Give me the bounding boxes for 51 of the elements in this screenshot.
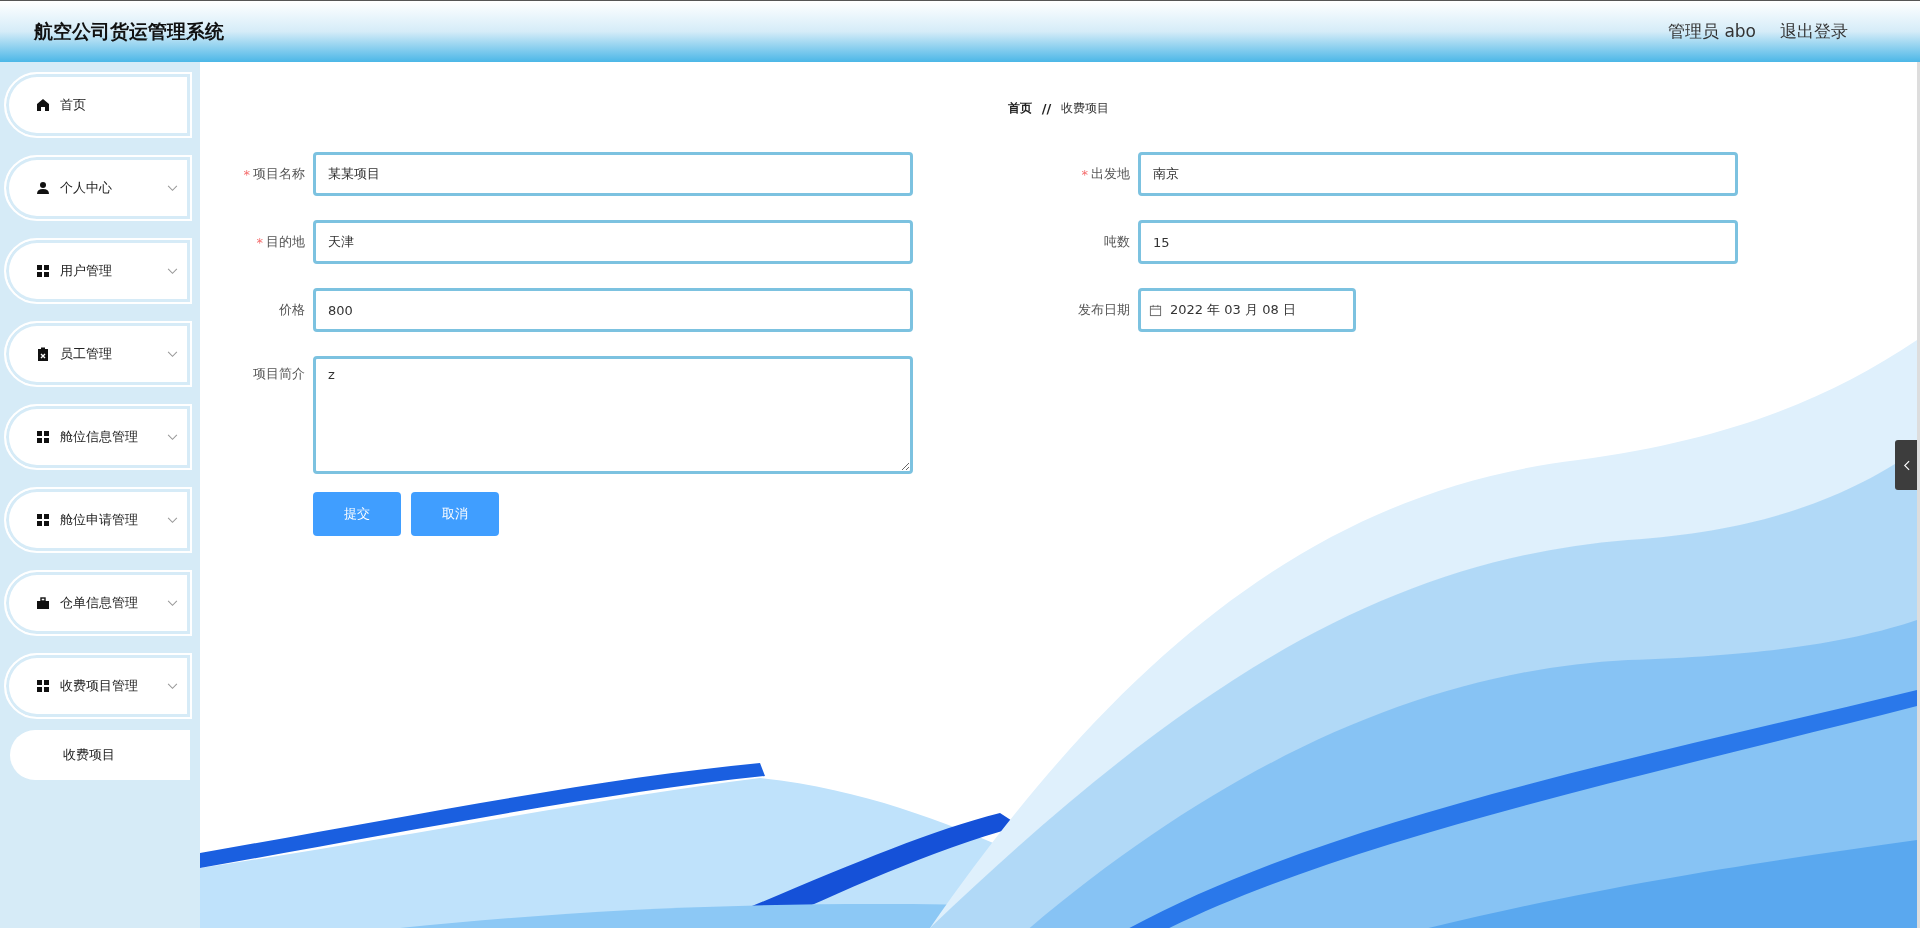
date-picker[interactable]: 2022 年 03 月 08 日 — [1138, 288, 1356, 332]
required-mark: * — [256, 234, 263, 250]
sidebar-item[interactable]: 员工管理 — [4, 321, 192, 387]
grid-icon — [36, 513, 50, 527]
sidebar-item[interactable]: 舱位信息管理 — [4, 404, 192, 470]
field-label: 项目简介 — [253, 365, 305, 383]
required-mark: * — [1081, 166, 1088, 182]
clipboard-icon — [36, 347, 50, 361]
app-title: 航空公司货运管理系统 — [34, 18, 224, 44]
grid-icon — [36, 264, 50, 278]
input-field[interactable]: 某某项目 — [313, 152, 913, 196]
calendar-icon — [1149, 303, 1162, 317]
field-label: 出发地 — [1091, 165, 1130, 183]
menu-label: 员工管理 — [60, 345, 112, 363]
submenu-item[interactable]: 收费项目 — [10, 730, 190, 780]
user-icon — [36, 181, 50, 195]
sidebar-item[interactable]: 个人中心 — [4, 155, 192, 221]
input-field[interactable]: 15 — [1138, 220, 1738, 264]
field-label: 发布日期 — [1078, 301, 1130, 319]
logout-link[interactable]: 退出登录 — [1780, 20, 1848, 43]
menu-label: 舱位信息管理 — [60, 428, 138, 446]
field-label: 价格 — [279, 301, 305, 319]
sidebar-item[interactable]: 首页 — [4, 72, 192, 138]
sidebar-item[interactable]: 舱位申请管理 — [4, 487, 192, 553]
field-label: 吨数 — [1104, 233, 1130, 251]
home-icon — [36, 98, 50, 112]
sidebar-item[interactable]: 仓单信息管理 — [4, 570, 192, 636]
breadcrumb-separator: // — [1041, 101, 1052, 116]
menu-label: 用户管理 — [60, 262, 112, 280]
grid-icon — [36, 430, 50, 444]
briefcase-icon — [36, 596, 50, 610]
side-panel-toggle[interactable] — [1895, 440, 1917, 490]
grid-icon — [36, 679, 50, 693]
menu-label: 收费项目管理 — [60, 677, 138, 695]
user-name: 管理员 abo — [1668, 20, 1756, 43]
menu-label: 仓单信息管理 — [60, 594, 138, 612]
menu-label: 个人中心 — [60, 179, 112, 197]
chevron-left-icon — [1902, 459, 1910, 471]
breadcrumb-link[interactable]: 首页 — [1007, 100, 1032, 117]
input-field[interactable]: 天津 — [313, 220, 913, 264]
menu-label: 舱位申请管理 — [60, 511, 138, 529]
input-field[interactable]: 南京 — [1138, 152, 1738, 196]
menu-label: 首页 — [60, 96, 86, 114]
input-field[interactable]: 800 — [313, 288, 913, 332]
sidebar-item[interactable]: 收费项目管理 — [4, 653, 192, 719]
field-label: 目的地 — [266, 233, 305, 251]
field-label: 项目名称 — [253, 165, 305, 183]
sidebar-item[interactable]: 用户管理 — [4, 238, 192, 304]
breadcrumb-link[interactable]: 收费项目 — [1061, 100, 1110, 117]
required-mark: * — [243, 166, 250, 182]
text-area[interactable]: z — [313, 356, 913, 474]
